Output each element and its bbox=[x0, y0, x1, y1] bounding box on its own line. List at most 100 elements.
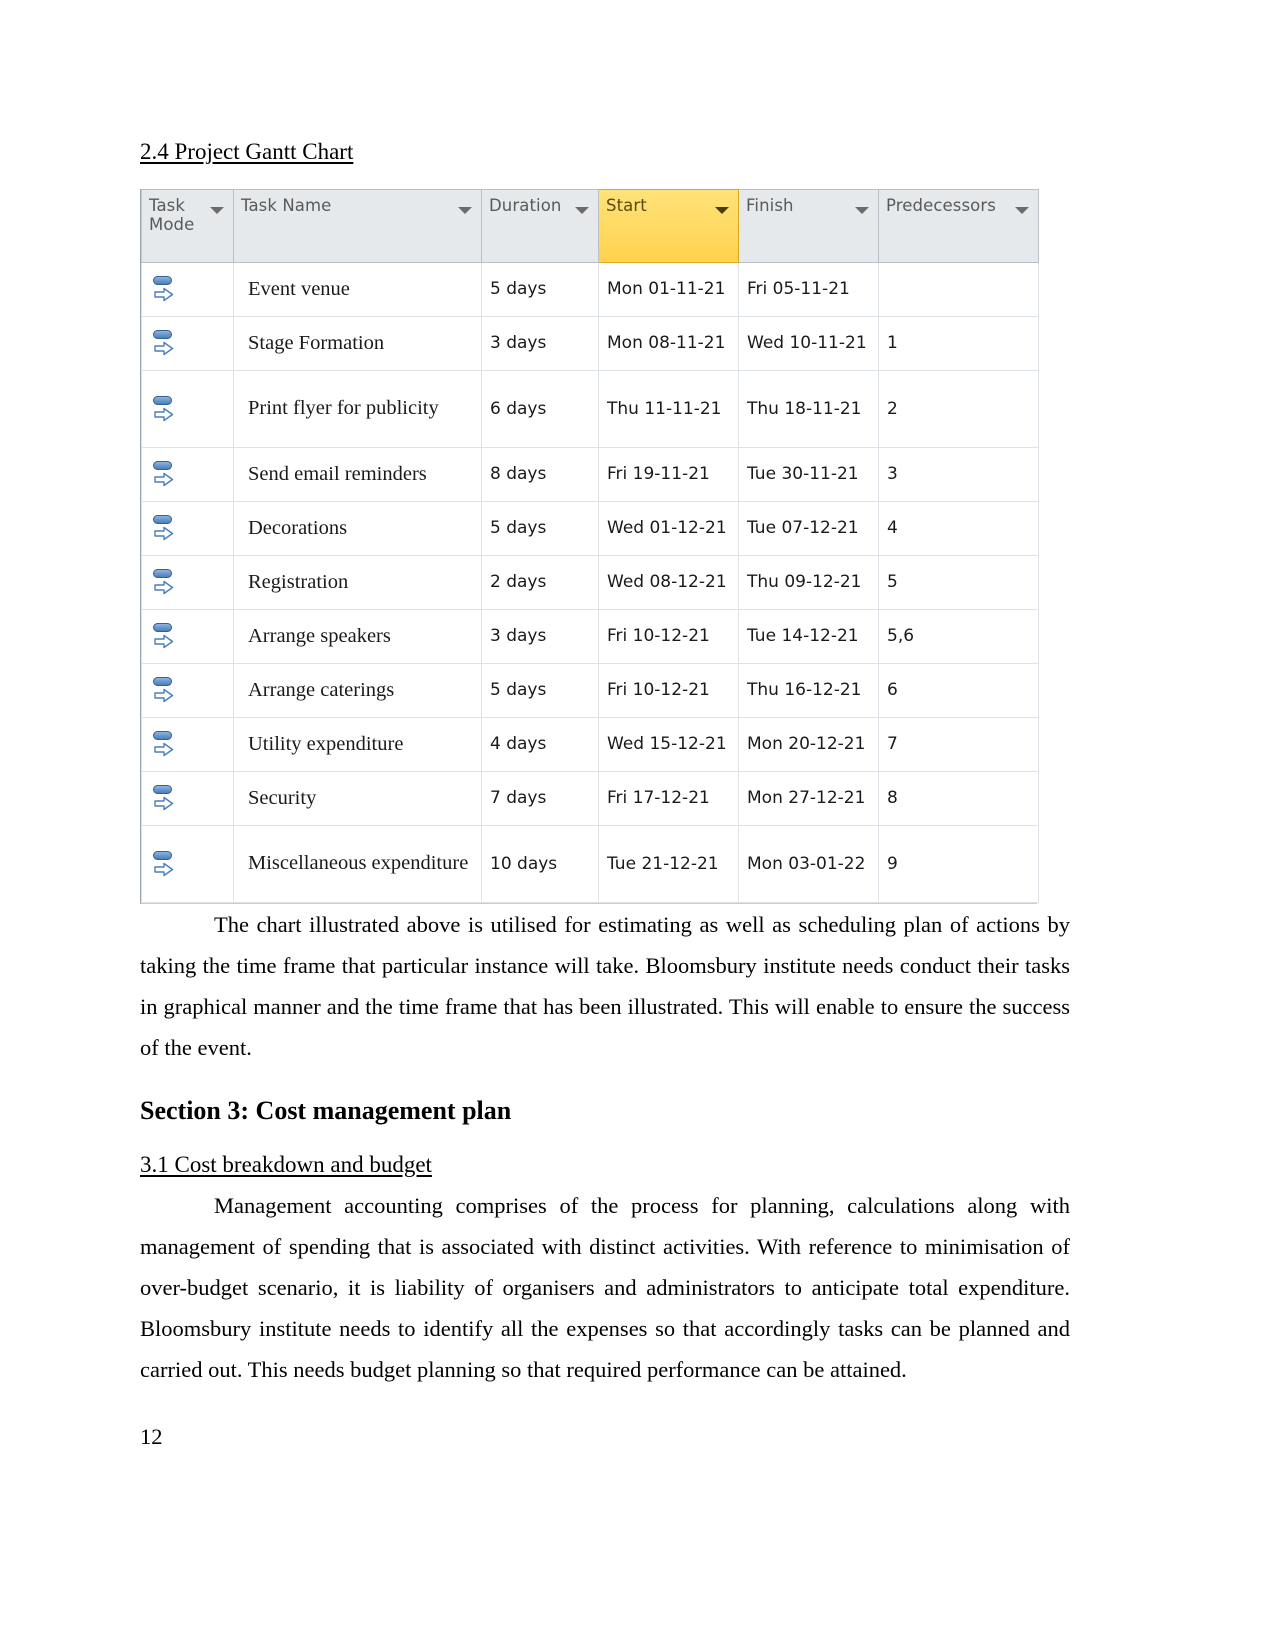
auto-scheduled-icon bbox=[152, 729, 176, 759]
cell-start[interactable]: Tue 21-12-21 bbox=[598, 824, 739, 903]
heading-3-1-text: 3.1 Cost breakdown and budget bbox=[140, 1151, 432, 1177]
cell-task-mode[interactable] bbox=[141, 662, 234, 718]
cell-duration[interactable]: 3 days bbox=[481, 608, 599, 664]
cell-task-name[interactable]: Arrange caterings bbox=[233, 662, 482, 718]
filter-dropdown-icon[interactable] bbox=[458, 206, 472, 214]
table-row[interactable]: Arrange caterings 5 days Fri 10-12-21 Thu 1… bbox=[141, 662, 1039, 718]
cell-task-name[interactable]: Registration bbox=[233, 554, 482, 610]
cell-start[interactable]: Fri 10-12-21 bbox=[598, 608, 739, 664]
cell-duration[interactable]: 5 days bbox=[481, 261, 599, 317]
table-row[interactable]: Print flyer for publicity 6 days Thu 11-11… bbox=[141, 369, 1039, 448]
column-header-task-mode[interactable]: Task Mode bbox=[141, 188, 234, 263]
filter-dropdown-icon[interactable] bbox=[855, 206, 869, 214]
auto-scheduled-icon bbox=[152, 567, 176, 597]
column-header-finish[interactable]: Finish bbox=[738, 188, 879, 263]
cell-predecessors[interactable]: 5 bbox=[878, 554, 1039, 610]
heading-section-3: Section 3: Cost management plan bbox=[140, 1095, 512, 1125]
cell-finish[interactable]: Mon 20-12-21 bbox=[738, 716, 879, 772]
auto-scheduled-icon bbox=[152, 621, 176, 651]
cell-predecessors[interactable]: 2 bbox=[878, 369, 1039, 448]
cell-finish[interactable]: Mon 27-12-21 bbox=[738, 770, 879, 826]
cell-task-name[interactable]: Decorations bbox=[233, 500, 482, 556]
table-row[interactable]: Miscellaneous expenditure 10 days Tue 21-1… bbox=[141, 824, 1039, 903]
filter-dropdown-icon[interactable] bbox=[575, 206, 589, 214]
cell-duration[interactable]: 2 days bbox=[481, 554, 599, 610]
cell-predecessors[interactable]: 1 bbox=[878, 315, 1039, 371]
cell-duration[interactable]: 8 days bbox=[481, 446, 599, 502]
cell-task-name[interactable]: Security bbox=[233, 770, 482, 826]
cell-task-name[interactable]: Event venue bbox=[233, 261, 482, 317]
heading-2-4-text: 2.4 Project Gantt Chart bbox=[140, 139, 354, 164]
cell-task-mode[interactable] bbox=[141, 716, 234, 772]
cell-start[interactable]: Wed 08-12-21 bbox=[598, 554, 739, 610]
cell-task-mode[interactable] bbox=[141, 554, 234, 610]
cell-finish[interactable]: Thu 18-11-21 bbox=[738, 369, 879, 448]
cell-duration[interactable]: 3 days bbox=[481, 315, 599, 371]
table-row[interactable]: Send email reminders 8 days Fri 19-11-21 Tu… bbox=[141, 446, 1039, 502]
cell-task-mode[interactable] bbox=[141, 824, 234, 903]
cell-start[interactable]: Wed 15-12-21 bbox=[598, 716, 739, 772]
cell-task-mode[interactable] bbox=[141, 446, 234, 502]
auto-scheduled-icon bbox=[152, 675, 176, 705]
cell-task-mode[interactable] bbox=[141, 369, 234, 448]
cell-task-mode[interactable] bbox=[141, 500, 234, 556]
table-row[interactable]: Stage Formation 3 days Mon 08-11-21 Wed 10-… bbox=[141, 315, 1039, 371]
column-header-start-label: Start bbox=[606, 195, 647, 215]
cell-task-name[interactable]: Miscellaneous expenditure bbox=[233, 824, 482, 903]
cell-predecessors[interactable]: 7 bbox=[878, 716, 1039, 772]
cell-predecessors[interactable]: 3 bbox=[878, 446, 1039, 502]
cell-start[interactable]: Fri 17-12-21 bbox=[598, 770, 739, 826]
column-header-start[interactable]: Start bbox=[598, 188, 739, 263]
cell-predecessors[interactable]: 5,6 bbox=[878, 608, 1039, 664]
cell-predecessors[interactable]: 8 bbox=[878, 770, 1039, 826]
cell-finish[interactable]: Tue 07-12-21 bbox=[738, 500, 879, 556]
cell-finish[interactable]: Tue 30-11-21 bbox=[738, 446, 879, 502]
cell-finish[interactable]: Tue 14-12-21 bbox=[738, 608, 879, 664]
cell-duration[interactable]: 5 days bbox=[481, 662, 599, 718]
cell-start[interactable]: Wed 01-12-21 bbox=[598, 500, 739, 556]
cell-duration[interactable]: 7 days bbox=[481, 770, 599, 826]
cell-task-name[interactable]: Stage Formation bbox=[233, 315, 482, 371]
cell-duration[interactable]: 4 days bbox=[481, 716, 599, 772]
cell-start[interactable]: Mon 01-11-21 bbox=[598, 261, 739, 317]
cell-duration[interactable]: 6 days bbox=[481, 369, 599, 448]
cell-task-mode[interactable] bbox=[141, 261, 234, 317]
cell-duration[interactable]: 10 days bbox=[481, 824, 599, 903]
table-header-row: Task Mode Task Name Duration Start Finis… bbox=[141, 188, 1039, 263]
cell-finish[interactable]: Thu 09-12-21 bbox=[738, 554, 879, 610]
cell-task-mode[interactable] bbox=[141, 770, 234, 826]
filter-dropdown-icon[interactable] bbox=[210, 206, 224, 214]
cell-task-name[interactable]: Send email reminders bbox=[233, 446, 482, 502]
cell-task-name[interactable]: Arrange speakers bbox=[233, 608, 482, 664]
filter-dropdown-icon[interactable] bbox=[1015, 206, 1029, 214]
cell-start[interactable]: Mon 08-11-21 bbox=[598, 315, 739, 371]
filter-dropdown-icon[interactable] bbox=[715, 206, 729, 214]
cell-start[interactable]: Thu 11-11-21 bbox=[598, 369, 739, 448]
column-header-duration[interactable]: Duration bbox=[481, 188, 599, 263]
cell-task-mode[interactable] bbox=[141, 608, 234, 664]
table-row[interactable]: Decorations 5 days Wed 01-12-21 Tue 07-12-2… bbox=[141, 500, 1039, 556]
auto-scheduled-icon bbox=[152, 328, 176, 358]
table-row[interactable]: Arrange speakers 3 days Fri 10-12-21 Tue 14… bbox=[141, 608, 1039, 664]
cell-finish[interactable]: Wed 10-11-21 bbox=[738, 315, 879, 371]
table-row[interactable]: Event venue 5 days Mon 01-11-21 Fri 05-11-2… bbox=[141, 261, 1039, 317]
cell-finish[interactable]: Thu 16-12-21 bbox=[738, 662, 879, 718]
cell-finish[interactable]: Mon 03-01-22 bbox=[738, 824, 879, 903]
cell-predecessors[interactable]: 9 bbox=[878, 824, 1039, 903]
cell-start[interactable]: Fri 10-12-21 bbox=[598, 662, 739, 718]
table-row[interactable]: Registration 2 days Wed 08-12-21 Thu 09-12-… bbox=[141, 554, 1039, 610]
table-row[interactable]: Utility expenditure 4 days Wed 15-12-21 Mon… bbox=[141, 716, 1039, 772]
column-header-predecessors[interactable]: Predecessors bbox=[878, 188, 1039, 263]
cell-duration[interactable]: 5 days bbox=[481, 500, 599, 556]
cell-start[interactable]: Fri 19-11-21 bbox=[598, 446, 739, 502]
cell-task-name[interactable]: Utility expenditure bbox=[233, 716, 482, 772]
cell-task-name[interactable]: Print flyer for publicity bbox=[233, 369, 482, 448]
table-row[interactable]: Security 7 days Fri 17-12-21 Mon 27-12-21 8 bbox=[141, 770, 1039, 826]
cell-finish[interactable]: Fri 05-11-21 bbox=[738, 261, 879, 317]
page-number: 12 bbox=[140, 1424, 163, 1449]
cell-predecessors[interactable]: 6 bbox=[878, 662, 1039, 718]
cell-predecessors[interactable]: 4 bbox=[878, 500, 1039, 556]
column-header-task-name[interactable]: Task Name bbox=[233, 188, 482, 263]
cell-task-mode[interactable] bbox=[141, 315, 234, 371]
cell-predecessors[interactable] bbox=[878, 261, 1039, 317]
